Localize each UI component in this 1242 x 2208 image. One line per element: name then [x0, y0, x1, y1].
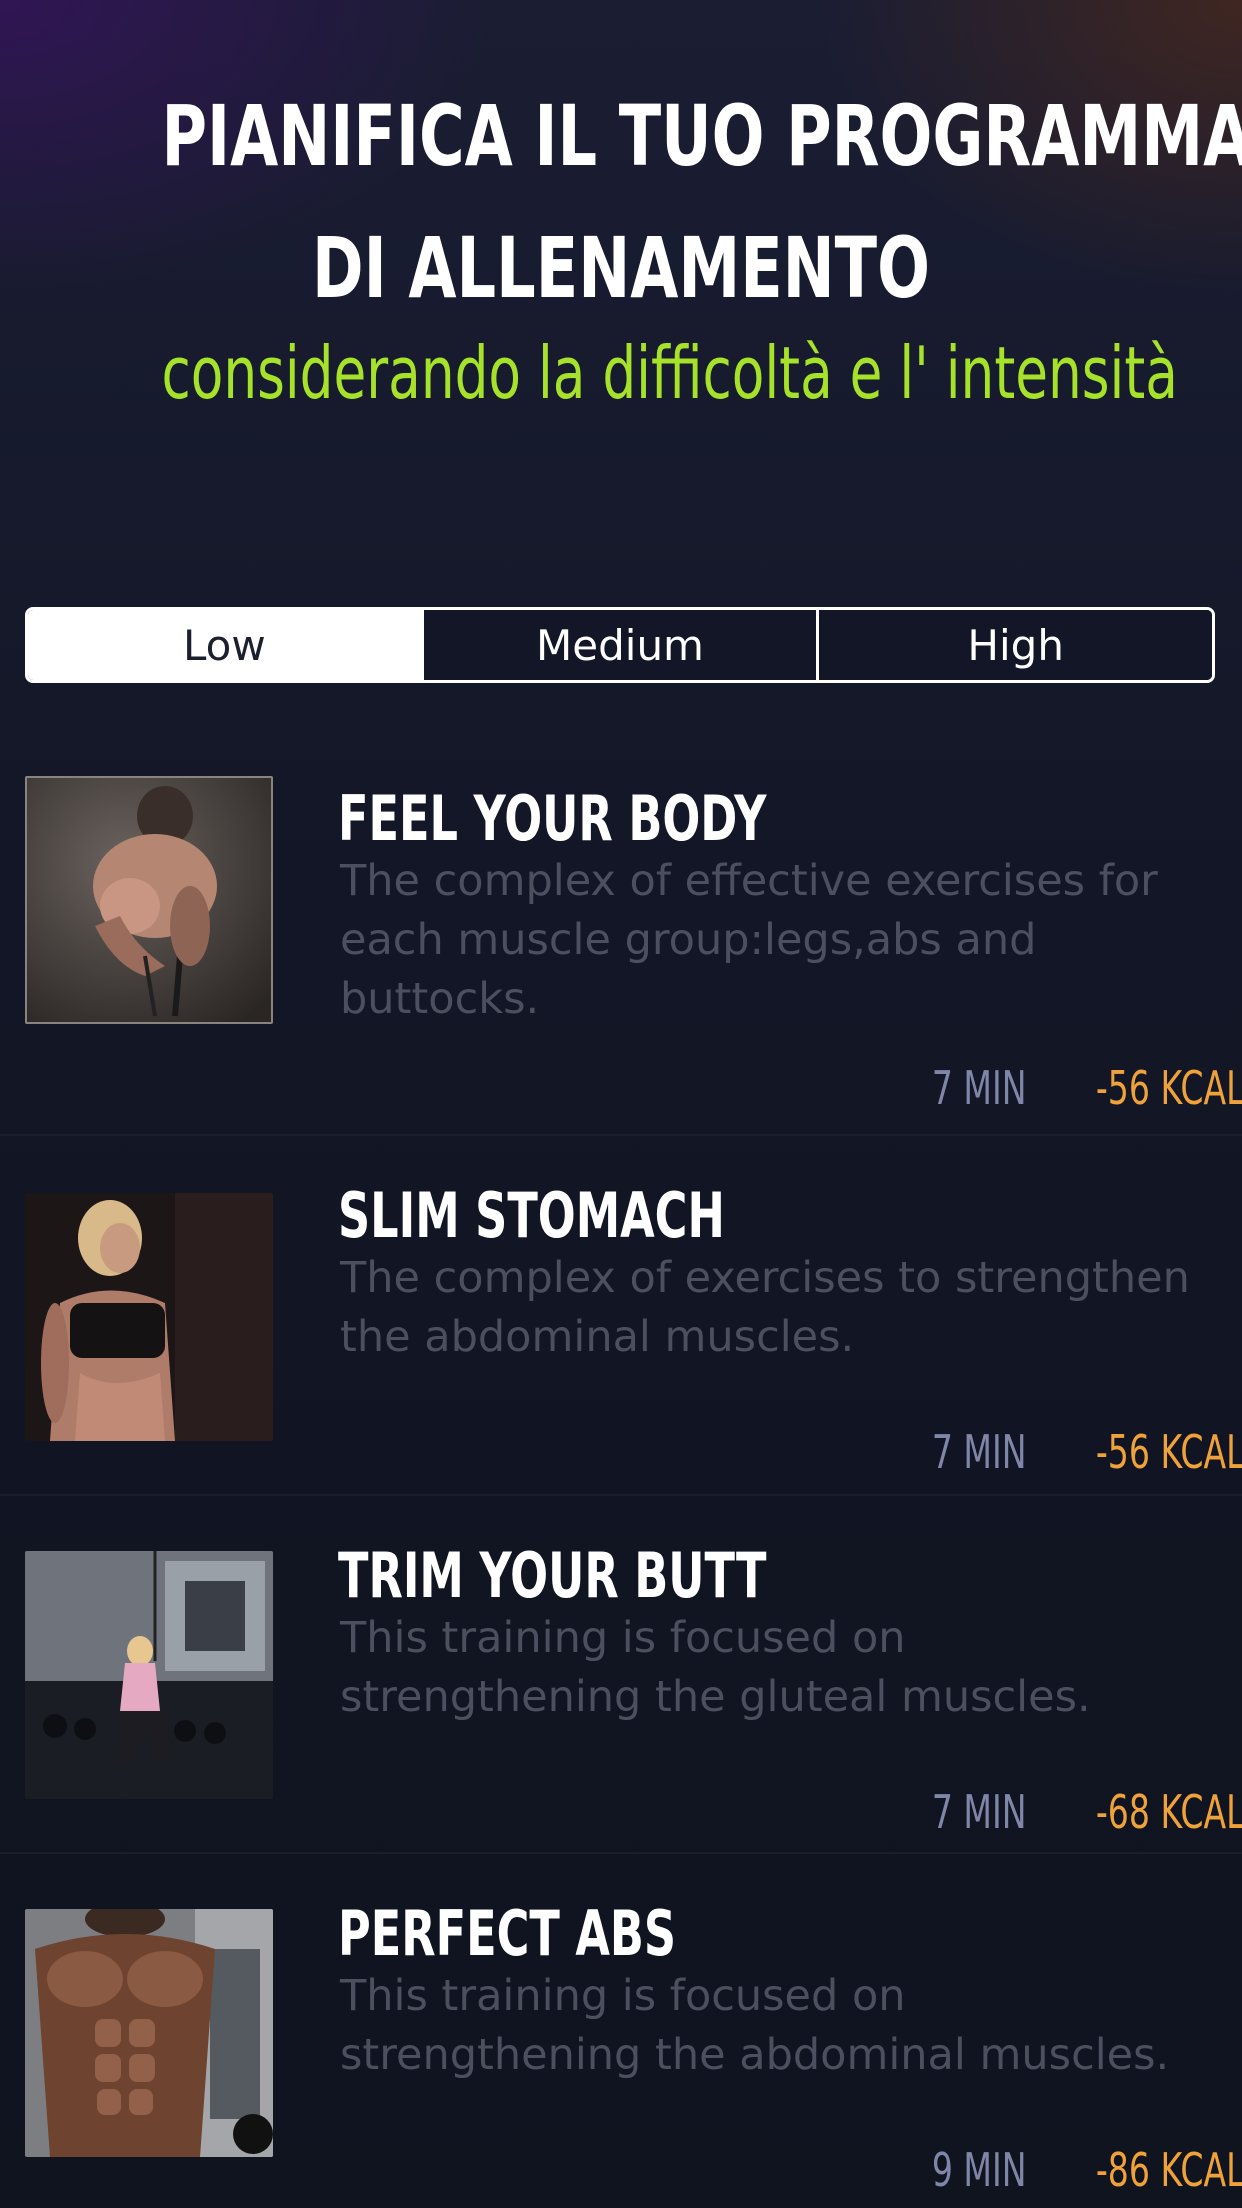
workout-card-slim-stomach[interactable]: SLIM STOMACH The complex of exercises to…: [0, 1137, 1242, 1496]
workout-description: The complex of effective exercises for e…: [340, 856, 1158, 1024]
workout-duration: 7 MIN: [931, 1425, 1027, 1479]
divider: [0, 1494, 1242, 1496]
workout-description: The complex of exercises to strengthen t…: [340, 1253, 1190, 1362]
workout-stats: 7 MIN -56 KCAL: [895, 1058, 1242, 1118]
workout-stats: 7 MIN -56 KCAL: [895, 1422, 1242, 1482]
header: PIANIFICA IL TUO PROGRAMMA DI ALLENAMENT…: [0, 70, 1242, 334]
page-subtitle: considerando la difficoltà e l' intensit…: [161, 331, 1178, 415]
workout-card-feel-your-body[interactable]: FEEL YOUR BODY The complex of effective …: [0, 740, 1242, 1136]
segment-medium[interactable]: Medium: [420, 610, 817, 680]
workout-card-trim-your-butt[interactable]: TRIM YOUR BUTT This training is focused …: [0, 1497, 1242, 1854]
workout-title: PERFECT ABS: [338, 1897, 677, 1970]
workout-calories: -56 KCAL: [1096, 1425, 1242, 1479]
page-title-line-1: PIANIFICA IL TUO PROGRAMMA: [161, 87, 1242, 185]
page-title-line-2: DI ALLENAMENTO: [312, 219, 930, 317]
segment-high[interactable]: High: [816, 610, 1212, 680]
workout-duration: 7 MIN: [931, 1061, 1027, 1115]
man-with-resistance-band-photo: [25, 776, 273, 1024]
workout-duration: 7 MIN: [931, 1785, 1027, 1839]
workout-thumbnail: [25, 1551, 273, 1799]
workout-calories: -86 KCAL: [1096, 2143, 1242, 2197]
man-abs-gym-photo: [25, 1909, 273, 2157]
woman-squat-gym-photo: [25, 1551, 273, 1799]
workout-duration: 9 MIN: [931, 2143, 1027, 2197]
workout-description: This training is focused on strengthenin…: [340, 1613, 1091, 1722]
screen: PIANIFICA IL TUO PROGRAMMA DI ALLENAMENT…: [0, 0, 1242, 2208]
intensity-segmented-control: Low Medium High: [25, 607, 1215, 683]
workout-calories: -56 KCAL: [1096, 1061, 1242, 1115]
workout-title: FEEL YOUR BODY: [338, 782, 767, 855]
workout-title: SLIM STOMACH: [338, 1179, 725, 1252]
workout-stats: 7 MIN -68 KCAL: [895, 1782, 1242, 1842]
workout-thumbnail: [25, 776, 273, 1024]
divider: [0, 1852, 1242, 1854]
workout-description: This training is focused on strengthenin…: [340, 1971, 1170, 2080]
workout-stats: 9 MIN -86 KCAL: [895, 2140, 1242, 2200]
workout-title: TRIM YOUR BUTT: [338, 1539, 767, 1612]
woman-fitness-photo: [25, 1193, 273, 1441]
segment-low[interactable]: Low: [28, 610, 421, 680]
workout-thumbnail: [25, 1193, 273, 1441]
workout-thumbnail: [25, 1909, 273, 2157]
divider: [0, 1134, 1242, 1136]
workout-calories: -68 KCAL: [1096, 1785, 1242, 1839]
workout-card-perfect-abs[interactable]: PERFECT ABS This training is focused on …: [0, 1855, 1242, 2208]
